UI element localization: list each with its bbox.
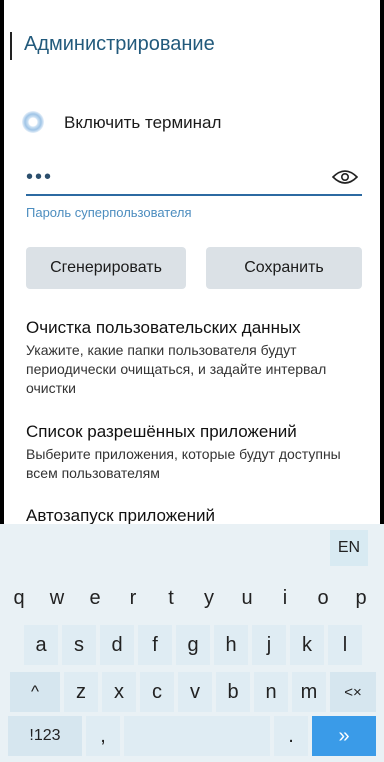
key-r[interactable]: r: [116, 578, 150, 618]
header: Администрирование: [10, 28, 370, 64]
section-description: Выберите приложения, которые будут досту…: [26, 446, 341, 481]
password-field[interactable]: •••: [26, 162, 362, 192]
key-z[interactable]: z: [64, 672, 98, 712]
terminal-toggle-label: Включить терминал: [64, 113, 222, 132]
key-n[interactable]: n: [254, 672, 288, 712]
key-t[interactable]: t: [154, 578, 188, 618]
key-e[interactable]: e: [78, 578, 112, 618]
key-u[interactable]: u: [230, 578, 264, 618]
key-i[interactable]: i: [268, 578, 302, 618]
terminal-toggle[interactable]: Включить терминал: [22, 106, 362, 140]
space-key[interactable]: [124, 716, 270, 756]
key-b[interactable]: b: [216, 672, 250, 712]
key-a[interactable]: a: [24, 625, 58, 665]
key-k[interactable]: k: [290, 625, 324, 665]
key-c[interactable]: c: [140, 672, 174, 712]
key-f[interactable]: f: [138, 625, 172, 665]
section-title: Очистка пользовательских данных: [26, 318, 301, 337]
key-w[interactable]: w: [40, 578, 74, 618]
section-description: Укажите, какие папки пользователя будут …: [26, 342, 327, 396]
key-l[interactable]: l: [328, 625, 362, 665]
language-switch-key[interactable]: EN: [330, 530, 368, 566]
keyboard-toolbar: EN: [0, 524, 384, 572]
key-y[interactable]: y: [192, 578, 226, 618]
page-title: Администрирование: [24, 33, 215, 55]
backspace-key-icon[interactable]: <×: [330, 672, 376, 712]
key-x[interactable]: x: [102, 672, 136, 712]
section-title: Автозапуск приложений: [26, 506, 216, 525]
password-value[interactable]: •••: [26, 166, 53, 189]
password-underline: [26, 194, 362, 196]
section-cleanup[interactable]: Очистка пользовательских данных Укажите,…: [26, 318, 370, 398]
period-key[interactable]: .: [274, 716, 308, 756]
on-screen-keyboard: EN q w e r t y u i o p a s d f g h j k l…: [0, 524, 384, 762]
generate-button[interactable]: Сгенерировать: [26, 247, 186, 289]
comma-key[interactable]: ,: [86, 716, 120, 756]
eye-icon[interactable]: [332, 168, 358, 186]
key-p[interactable]: p: [344, 578, 378, 618]
header-accent-bar: [10, 32, 12, 60]
enter-key-icon[interactable]: »: [312, 716, 376, 756]
section-autostart[interactable]: Автозапуск приложений: [26, 506, 370, 526]
key-j[interactable]: j: [252, 625, 286, 665]
key-o[interactable]: o: [306, 578, 340, 618]
key-v[interactable]: v: [178, 672, 212, 712]
admin-screen: Администрирование Включить терминал ••• …: [0, 0, 384, 762]
key-g[interactable]: g: [176, 625, 210, 665]
shift-key-icon[interactable]: ^: [10, 672, 60, 712]
numbers-key[interactable]: !123: [8, 716, 82, 756]
password-hint: Пароль суперпользователя: [26, 205, 192, 220]
key-s[interactable]: s: [62, 625, 96, 665]
key-m[interactable]: m: [292, 672, 326, 712]
section-title: Список разрешённых приложений: [26, 422, 297, 441]
toggle-dot-icon[interactable]: [22, 111, 44, 133]
save-button[interactable]: Сохранить: [206, 247, 362, 289]
key-h[interactable]: h: [214, 625, 248, 665]
key-q[interactable]: q: [2, 578, 36, 618]
key-d[interactable]: d: [100, 625, 134, 665]
section-allowed-apps[interactable]: Список разрешённых приложений Выберите п…: [26, 422, 370, 483]
